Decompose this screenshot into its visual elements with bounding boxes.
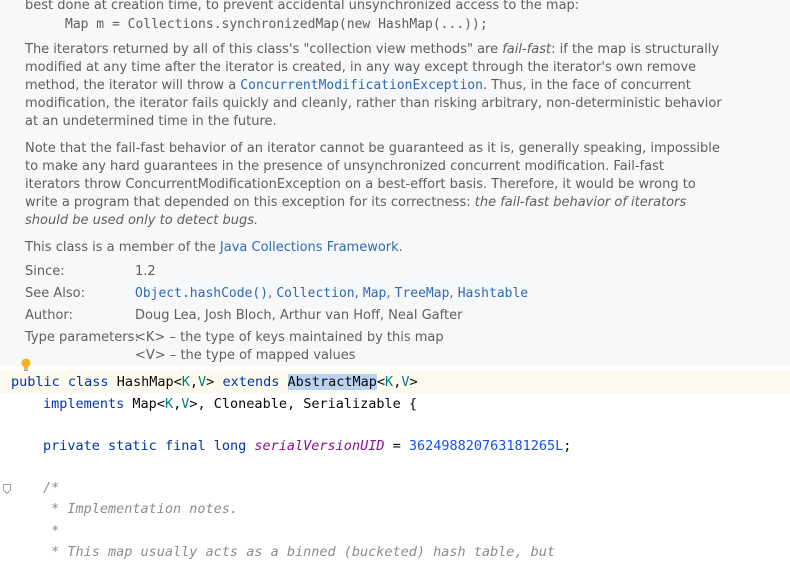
see-also-row: See Also: Object.hashCode(), Collection, … xyxy=(25,286,529,301)
doc-text: method, the iterator will throw a Concur… xyxy=(25,78,691,93)
link-collections-framework[interactable]: Java Collections Framework xyxy=(220,240,399,255)
since-row: Since: 1.2 xyxy=(25,264,156,279)
quick-documentation-panel: best done at creation time, to prevent a… xyxy=(0,0,790,366)
code-comment: /* xyxy=(43,480,60,496)
doc-code-sample: Map m = Collections.synchronizedMap(new … xyxy=(65,17,488,32)
doc-text: best done at creation time, to prevent a… xyxy=(25,0,580,13)
doc-text: to make any hard guarantees in the prese… xyxy=(25,159,664,174)
code-line: implements Map<K,V>, Cloneable, Serializ… xyxy=(43,396,418,412)
doc-text: should be used only to detect bugs. xyxy=(25,213,259,228)
type-params-row: Type parameters:<K> – the type of keys m… xyxy=(25,330,444,345)
link-collection[interactable]: Collection xyxy=(276,286,354,301)
doc-text: write a program that depended on this ex… xyxy=(25,195,687,210)
link-map[interactable]: Map xyxy=(363,286,386,301)
selected-identifier[interactable]: AbstractMap xyxy=(287,374,377,390)
link-hashtable[interactable]: Hashtable xyxy=(458,286,528,301)
doc-text: modification, the iterator fails quickly… xyxy=(25,96,722,111)
doc-text: modified at any time after the iterator … xyxy=(25,60,697,75)
doc-text: This class is a member of the Java Colle… xyxy=(25,240,403,255)
doc-text: at an undetermined time in the future. xyxy=(25,114,277,129)
code-line: public class HashMap<K,V> extends Abstra… xyxy=(11,374,418,390)
doc-text: iterators throw ConcurrentModificationEx… xyxy=(25,177,696,192)
code-comment: * Implementation notes. xyxy=(43,501,239,517)
link-concurrentmodificationexception[interactable]: ConcurrentModificationException xyxy=(240,78,483,93)
code-line: private static final long serialVersionU… xyxy=(43,438,572,454)
fold-icon[interactable] xyxy=(3,484,11,494)
link-object-hashcode[interactable]: Object.hashCode() xyxy=(135,286,268,301)
link-treemap[interactable]: TreeMap xyxy=(395,286,450,301)
doc-text: Note that the fail-fast behavior of an i… xyxy=(25,141,720,156)
author-row: Author: Doug Lea, Josh Bloch, Arthur van … xyxy=(25,308,463,323)
code-comment: * This map usually acts as a binned (buc… xyxy=(43,544,556,560)
type-params-row: <V> – the type of mapped values xyxy=(135,348,356,363)
code-editor[interactable]: public class HashMap<K,V> extends Abstra… xyxy=(0,366,790,560)
doc-text: The iterators returned by all of this cl… xyxy=(25,42,720,57)
code-comment: * xyxy=(43,523,60,539)
